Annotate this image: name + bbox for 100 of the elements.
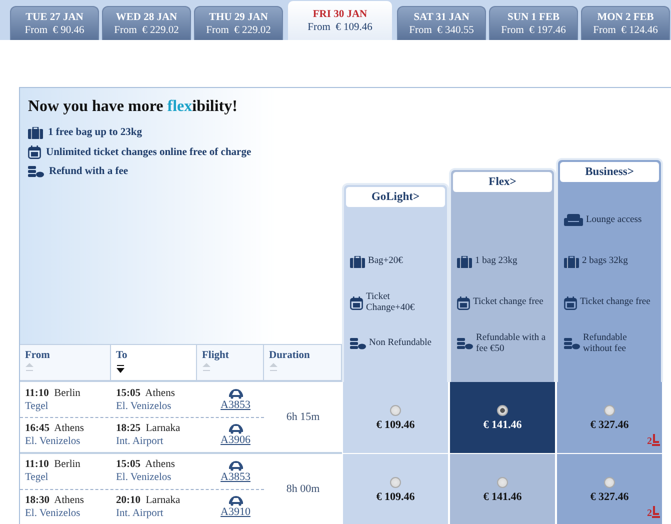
date-tab[interactable]: FRI 30 JAN From € 109.46 — [287, 0, 393, 40]
calendar-icon — [457, 296, 470, 310]
departure-time-city: 18:30 Athens — [25, 494, 85, 507]
radio-button[interactable] — [497, 476, 508, 488]
fare-price-cell[interactable]: € 141.46 — [449, 382, 556, 454]
departure-time-city: 11:10 Berlin — [25, 458, 82, 472]
fare-price-cell[interactable]: € 109.46 — [342, 382, 449, 454]
tab-date: TUE 27 JAN — [26, 12, 84, 22]
promo-title: Now you have more flexibility! — [28, 98, 238, 116]
arrival-airport: Int. Airport — [116, 506, 164, 520]
column-header[interactable]: From — [20, 345, 111, 380]
tab-date: FRI 30 JAN — [312, 8, 368, 20]
calendar-icon — [564, 296, 577, 310]
calendar-icon — [28, 145, 41, 160]
tab-price: From € 124.46 — [593, 24, 658, 36]
tab-date: WED 28 JAN — [116, 12, 178, 22]
tab-price: From € 109.46 — [308, 22, 372, 32]
fare-price-cell[interactable]: € 327.46 2 — [556, 382, 663, 454]
fare-price: € 109.46 — [376, 418, 415, 430]
fare-feature: Ticket change free — [473, 297, 544, 308]
fare-feature: Bag+20€ — [368, 256, 403, 267]
flight-number-link[interactable]: A3910 — [220, 506, 250, 518]
coins-icon — [350, 338, 366, 350]
departure-time-city: 16:45 Athens — [25, 422, 85, 435]
departure-airport: Tegel — [25, 400, 50, 413]
fare-price: € 141.46 — [483, 490, 522, 502]
column-label: Flight — [202, 350, 230, 362]
column-header[interactable]: Flight — [197, 345, 264, 380]
duration-text: 8h 00m — [285, 482, 321, 498]
tab-price: From € 90.46 — [24, 24, 84, 36]
fare-name-button[interactable]: GoLight> — [346, 187, 445, 207]
fare-price-cell[interactable]: € 141.46 — [449, 454, 556, 524]
column-header[interactable]: Duration — [264, 345, 342, 380]
date-tab[interactable]: SUN 1 FEB From € 197.46 — [489, 6, 578, 40]
departure-time-city: 11:10 Berlin — [25, 386, 82, 400]
fare-feature: Ticket Change+40€ — [366, 292, 416, 314]
tab-price: From € 229.02 — [206, 24, 271, 36]
radio-button[interactable] — [604, 476, 615, 488]
tab-price: From € 340.55 — [409, 24, 474, 36]
date-tab[interactable]: TUE 27 JAN From € 90.46 — [10, 6, 99, 40]
tab-price: From € 229.02 — [114, 24, 179, 36]
fare-name-button[interactable]: Flex> — [453, 172, 552, 192]
date-tab[interactable]: SAT 31 JAN From € 340.55 — [397, 6, 486, 40]
arrival-time-city: 15:05 Athens — [116, 386, 176, 400]
arrival-airport: El. Venizelos — [116, 471, 172, 484]
tab-price: From € 197.46 — [501, 24, 566, 36]
fare-price: € 327.46 — [590, 490, 629, 502]
coins-icon — [457, 338, 473, 350]
date-tab[interactable]: WED 28 JAN From € 229.02 — [102, 6, 191, 40]
arrival-time-city: 18:25 Larnaka — [116, 422, 182, 435]
fare-feature: Non Refundable — [369, 338, 432, 349]
fare-feature: 1 bag 23kg — [475, 256, 518, 267]
flight-number-link[interactable]: A3853 — [220, 399, 250, 412]
column-label: Duration — [269, 350, 311, 362]
arrival-time-city: 15:05 Athens — [116, 458, 176, 472]
fare-feature: Refundable with a fee €50 — [476, 332, 547, 354]
coins-icon — [564, 338, 580, 350]
fare-name-button[interactable]: Business> — [560, 162, 659, 182]
departure-airport: El. Venizelos — [25, 434, 82, 448]
seats-left-count: 2 — [647, 509, 652, 519]
column-label: From — [25, 350, 51, 362]
radio-button[interactable] — [390, 404, 401, 416]
duration-text: 6h 15m — [285, 410, 321, 426]
fare-price: € 141.46 — [483, 418, 522, 430]
arrival-airport: El. Venizelos — [116, 400, 172, 413]
fare-feature: Refundable without fee — [583, 332, 628, 354]
flight-number-link[interactable]: A3906 — [220, 434, 250, 446]
departure-airport: Tegel — [25, 471, 50, 484]
seats-left-count: 2 — [647, 437, 652, 447]
radio-button[interactable] — [390, 476, 401, 488]
fare-price: € 327.46 — [590, 418, 629, 430]
fare-price: € 109.46 — [376, 490, 415, 502]
sort-down-icon[interactable] — [116, 362, 125, 374]
departure-airport: El. Venizelos — [25, 506, 82, 520]
radio-button[interactable] — [604, 404, 615, 416]
benefit-text: 1 free bag up to 23kg — [48, 127, 142, 138]
suitcase-icon — [564, 256, 579, 268]
fare-feature: Ticket change free — [580, 297, 650, 308]
fare-feature: Lounge access — [586, 215, 642, 226]
suitcase-icon — [457, 256, 472, 268]
flight-number-link[interactable]: A3853 — [220, 470, 250, 483]
tab-date: SUN 1 FEB — [508, 12, 560, 22]
arrival-time-city: 20:10 Larnaka — [116, 494, 182, 507]
date-tab[interactable]: THU 29 JAN From € 229.02 — [194, 6, 283, 40]
coins-icon — [28, 166, 44, 178]
calendar-icon — [350, 296, 363, 310]
date-tab[interactable]: MON 2 FEB From € 124.46 — [581, 6, 670, 40]
benefit-text: Unlimited ticket changes online free of charge — [46, 146, 252, 158]
tab-date: SAT 31 JAN — [414, 12, 470, 22]
tab-date: THU 29 JAN — [209, 12, 268, 22]
arrival-airport: Int. Airport — [116, 434, 164, 448]
fare-feature: 2 bags 32kg — [582, 256, 628, 267]
column-label: To — [116, 350, 128, 362]
fare-price-cell[interactable]: € 327.46 2 — [556, 454, 663, 524]
radio-button[interactable] — [497, 404, 508, 416]
sofa-icon — [564, 214, 583, 227]
suitcase-icon — [28, 126, 43, 139]
fare-price-cell[interactable]: € 109.46 — [342, 454, 449, 524]
benefit-text: Refund with a fee — [49, 166, 128, 178]
tab-date: MON 2 FEB — [597, 12, 654, 22]
